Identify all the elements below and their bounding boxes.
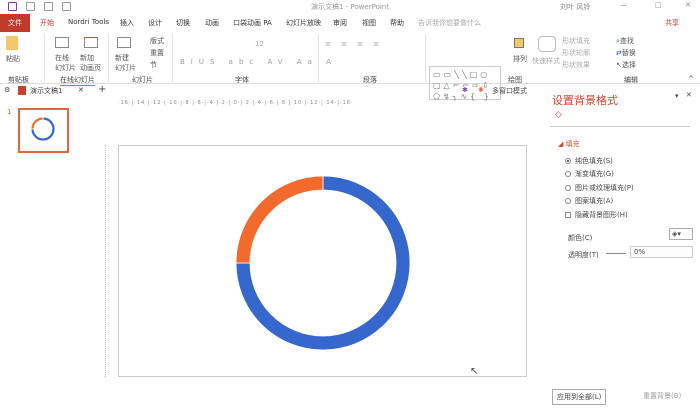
- paste-button[interactable]: 粘贴: [6, 54, 20, 64]
- share-button[interactable]: 共享: [665, 18, 679, 28]
- reset-button[interactable]: 重置: [150, 48, 164, 58]
- tab-pocket-anim[interactable]: 口袋动画 PA: [233, 18, 272, 28]
- pane-close-icon[interactable]: ✕: [686, 91, 692, 99]
- ribbon: 粘贴 在线 幻灯片 新加 动画页 新建 幻灯片 版式 重置 节 12 BIUS …: [0, 32, 700, 101]
- fill-bucket-icon[interactable]: ◇: [555, 110, 562, 120]
- gear-icon[interactable]: ⚙: [4, 86, 10, 94]
- sun-icon[interactable]: ✺: [478, 86, 484, 94]
- option-label: 图片或纹理填充(P): [575, 184, 634, 192]
- donut-segment-segment-2[interactable]: [235, 175, 324, 264]
- radio-pattern-fill[interactable]: 图案填充(A): [565, 196, 613, 206]
- document-tabs: ⚙ 演示文稿1 ✕ + ✱ ✺ 多窗口模式: [0, 84, 540, 98]
- pane-title: 设置背景格式: [552, 94, 618, 107]
- new-tab-icon[interactable]: +: [98, 84, 106, 95]
- quick-styles-icon: [538, 36, 556, 52]
- font-size[interactable]: 12: [255, 40, 264, 48]
- online-slide-icon: [55, 37, 69, 48]
- add-anim-icon: [84, 37, 98, 48]
- tab-view[interactable]: 视图: [362, 18, 376, 28]
- slide-number: 1: [7, 108, 12, 116]
- mouse-cursor-icon: ↖: [470, 366, 479, 377]
- radio-gradient-fill[interactable]: 渐变填充(G): [565, 169, 614, 179]
- replace-button[interactable]: ⇄替换: [616, 48, 636, 58]
- slide-thumbnail[interactable]: [18, 108, 69, 153]
- tab-home[interactable]: 开始: [40, 18, 54, 28]
- transparency-label: 透明度(T): [568, 251, 599, 259]
- reset-background-button[interactable]: 重置背景(B): [643, 391, 681, 401]
- hide-background-checkbox[interactable]: 隐藏背景图形(H): [565, 210, 628, 220]
- tab-review[interactable]: 审阅: [333, 18, 347, 28]
- apply-to-all-button[interactable]: 应用到全部(L): [552, 389, 607, 405]
- option-label: 渐变填充(G): [575, 170, 614, 178]
- radio-picture-fill[interactable]: 图片或纹理填充(P): [565, 183, 634, 193]
- fill-label: 填充: [565, 140, 580, 148]
- title-bar: 演示文稿1 - PowerPoint 刘叶 风铃 — □ ✕: [0, 0, 700, 14]
- account-name[interactable]: 刘叶 风铃: [560, 2, 590, 12]
- maximize-button[interactable]: □: [655, 1, 662, 9]
- color-picker-button[interactable]: ◈▾: [669, 228, 693, 240]
- collapse-ribbon-icon[interactable]: ^: [688, 75, 694, 83]
- slide-canvas[interactable]: [118, 145, 527, 377]
- font-format-buttons[interactable]: BIUS abc AV Aa A: [180, 58, 337, 66]
- tab-slideshow[interactable]: 幻灯片放映: [286, 18, 321, 28]
- tab-design[interactable]: 设计: [148, 18, 162, 28]
- color-label: 颜色(C): [568, 234, 593, 242]
- group-editing: 编辑: [624, 76, 638, 84]
- tab-transitions[interactable]: 切换: [176, 18, 190, 28]
- transparency-input[interactable]: 0%: [630, 246, 693, 258]
- new-slide-button[interactable]: 新建 幻灯片: [115, 53, 136, 73]
- magic-icon[interactable]: ✱: [462, 86, 468, 94]
- arrange-button[interactable]: 排列: [513, 54, 527, 64]
- ribbon-tabs: 开始 Nordri Tools 插入 设计 切换 动画 口袋动画 PA 幻灯片放…: [0, 14, 700, 32]
- select-label: 选择: [621, 61, 636, 69]
- checkbox-label: 隐藏背景图形(H): [575, 211, 628, 219]
- format-background-pane: 设置背景格式 ▾ ✕ ◇ ◢ 填充 纯色填充(S) 渐变填充(G) 图片或纹理填…: [540, 88, 700, 413]
- fill-section-header[interactable]: ◢ 填充: [558, 139, 580, 149]
- close-button[interactable]: ✕: [685, 1, 691, 9]
- shape-outline-button[interactable]: 形状轮廓: [562, 48, 590, 58]
- doc-tab[interactable]: 演示文稿1: [30, 86, 62, 96]
- select-button[interactable]: ↖选择: [616, 60, 636, 70]
- section-button[interactable]: 节: [150, 60, 157, 70]
- pptx-icon: [18, 86, 26, 95]
- new-slide-icon: [117, 37, 131, 48]
- tab-animations[interactable]: 动画: [205, 18, 219, 28]
- tab-nordri[interactable]: Nordri Tools: [68, 18, 109, 26]
- divider: [550, 126, 690, 127]
- find-label: 查找: [619, 37, 634, 45]
- donut-chart: [235, 175, 411, 351]
- close-tab-icon[interactable]: ✕: [78, 86, 84, 94]
- vertical-ruler: [98, 145, 106, 377]
- horizontal-ruler: ·16·|·14·|·12·|·10·|·8·|·6·|·4·|·2·|·0·|…: [118, 100, 354, 106]
- tell-me-search[interactable]: 告诉我你想要做什么: [418, 18, 481, 28]
- replace-label: 替换: [621, 49, 636, 57]
- pane-options-icon[interactable]: ▾: [675, 92, 679, 100]
- window-title: 演示文稿1 - PowerPoint: [311, 3, 389, 11]
- quick-styles-button[interactable]: 快速样式: [532, 56, 560, 66]
- transparency-slider[interactable]: [606, 253, 626, 254]
- paste-icon[interactable]: [6, 36, 18, 50]
- find-button[interactable]: ⌕查找: [616, 36, 634, 46]
- arrange-icon: [514, 38, 524, 48]
- option-label: 纯色填充(S): [575, 157, 613, 165]
- tab-insert[interactable]: 插入: [120, 18, 134, 28]
- minimize-button[interactable]: —: [620, 1, 627, 9]
- shape-effects-button[interactable]: 形状效果: [562, 60, 590, 70]
- shape-fill-button[interactable]: 形状填充: [562, 36, 590, 46]
- donut-segment-segment-2[interactable]: [30, 116, 44, 130]
- tab-help[interactable]: 帮助: [390, 18, 404, 28]
- radio-solid-fill[interactable]: 纯色填充(S): [565, 156, 613, 166]
- add-anim-page-button[interactable]: 新加 动画页: [80, 53, 101, 73]
- option-label: 图案填充(A): [575, 197, 614, 205]
- layout-button[interactable]: 版式: [150, 36, 164, 46]
- paragraph-buttons[interactable]: ≡ ≡ ≡ ≡: [325, 40, 383, 48]
- thumbnail-donut: [30, 116, 56, 142]
- online-slide-button[interactable]: 在线 幻灯片: [55, 53, 76, 73]
- multi-window-button[interactable]: 多窗口模式: [492, 86, 527, 96]
